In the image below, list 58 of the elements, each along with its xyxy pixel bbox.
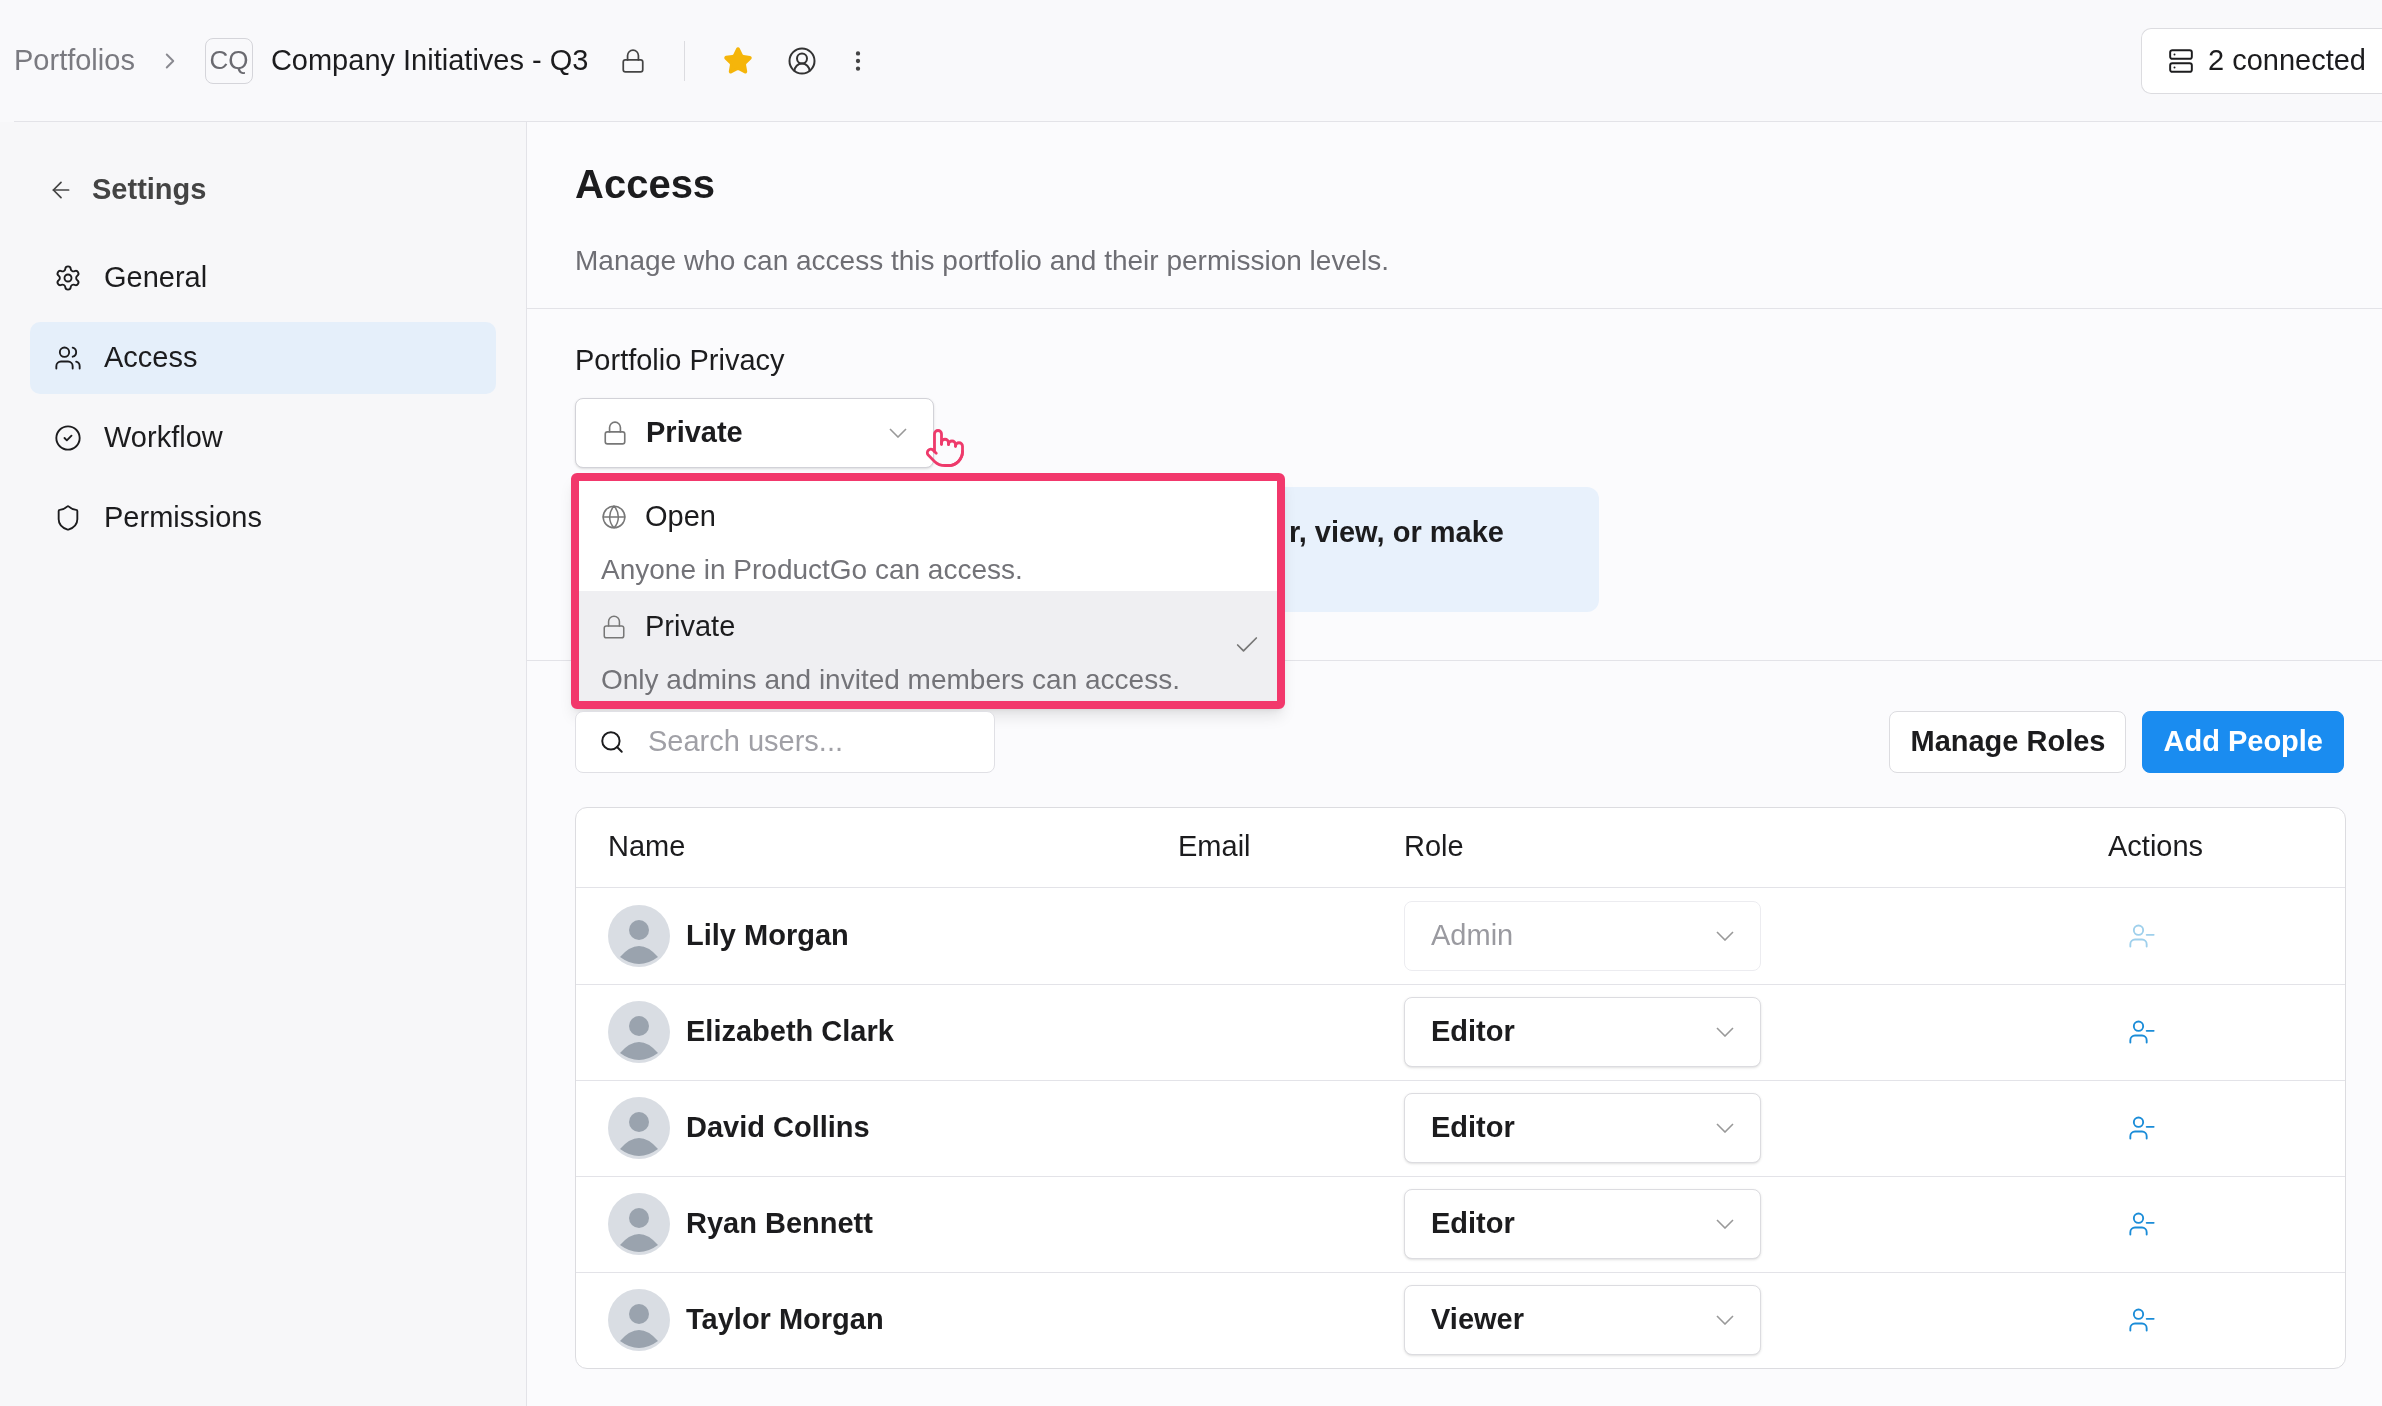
avatar-icon bbox=[608, 1097, 670, 1159]
column-header: Actions bbox=[2108, 829, 2205, 865]
search-icon bbox=[599, 728, 625, 755]
back-link[interactable]: Settings bbox=[30, 160, 496, 220]
breadcrumb-link[interactable]: Portfolios bbox=[14, 38, 135, 83]
lock-icon bbox=[601, 613, 627, 640]
user-circle-icon[interactable] bbox=[787, 45, 818, 76]
lock-icon[interactable] bbox=[620, 47, 647, 74]
remove-user-icon[interactable] bbox=[2128, 1210, 2156, 1238]
column-header: Role bbox=[1404, 829, 1465, 865]
chevron-down-icon bbox=[889, 427, 907, 438]
search-field[interactable]: Search users... bbox=[575, 710, 995, 773]
avatar-icon bbox=[608, 1193, 670, 1255]
role-dropdown[interactable]: Editor bbox=[1404, 997, 1761, 1067]
lock-icon bbox=[602, 419, 628, 446]
chevron-down-icon bbox=[1716, 1027, 1734, 1037]
avatar-icon bbox=[608, 1001, 670, 1063]
column-header: Name bbox=[608, 829, 687, 865]
page-subtitle: Manage who can access this portfolio and their permission levels. bbox=[575, 244, 1390, 278]
menu-option[interactable]: Private Only admins and invited members can access. bbox=[579, 591, 1277, 701]
role-dropdown[interactable]: Viewer bbox=[1404, 1285, 1761, 1355]
portfolio-title: Company Initiatives - Q3 bbox=[270, 42, 589, 78]
avatar-icon bbox=[608, 904, 670, 967]
field-label: Portfolio Privacy bbox=[575, 343, 786, 378]
user-name: Elizabeth Clark bbox=[686, 1014, 894, 1050]
role-dropdown[interactable]: Editor bbox=[1404, 1189, 1761, 1259]
remove-user-icon[interactable] bbox=[2128, 1306, 2156, 1334]
globe-icon bbox=[601, 503, 627, 530]
user-name: Lily Morgan bbox=[686, 917, 849, 953]
check-circle-icon bbox=[54, 424, 82, 452]
settings-icon bbox=[54, 264, 82, 292]
chevron-down-icon bbox=[1716, 1219, 1734, 1229]
role-dropdown: Admin bbox=[1404, 900, 1761, 971]
chevron-down-icon bbox=[1716, 1123, 1734, 1133]
sidebar-item[interactable]: General bbox=[30, 242, 496, 314]
avatar-icon bbox=[608, 1289, 670, 1351]
pointer-hand-icon bbox=[924, 426, 966, 469]
role-dropdown[interactable]: Editor bbox=[1404, 1093, 1761, 1163]
sidebar-item[interactable]: Access bbox=[30, 322, 496, 394]
sidebar-item[interactable]: Permissions bbox=[30, 482, 496, 554]
connected-button[interactable]: 2 connected bbox=[2141, 27, 2382, 94]
user-name: Ryan Bennett bbox=[686, 1206, 873, 1242]
column-header: Email bbox=[1178, 829, 1252, 865]
portfolio-badge: CQ bbox=[204, 37, 253, 84]
menu-option[interactable]: Open Anyone in ProductGo can access. bbox=[579, 481, 1277, 591]
page-title: Access bbox=[575, 161, 717, 208]
user-name: David Collins bbox=[686, 1110, 870, 1146]
sidebar-item[interactable]: Workflow bbox=[30, 402, 496, 474]
chevron-down-icon bbox=[1716, 1315, 1734, 1325]
user-name: Taylor Morgan bbox=[686, 1302, 884, 1338]
server-icon bbox=[2168, 47, 2194, 74]
remove-user-icon[interactable] bbox=[2128, 1114, 2156, 1142]
star-icon[interactable] bbox=[723, 45, 754, 76]
users-icon bbox=[54, 344, 82, 372]
remove-user-icon[interactable] bbox=[2128, 1018, 2156, 1046]
chevron-down-icon bbox=[1716, 930, 1734, 941]
manage-roles-button[interactable]: Manage Roles bbox=[1889, 710, 2127, 773]
privacy-dropdown[interactable]: Private bbox=[575, 397, 934, 468]
